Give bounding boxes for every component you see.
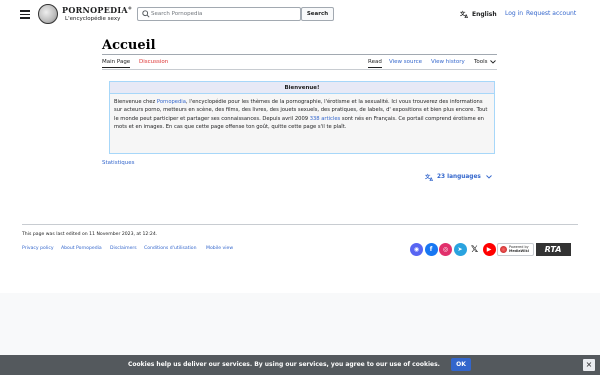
telegram-icon[interactable]: ➤	[453, 243, 467, 256]
site-header: PORNOPEDIA® L'encyclopédie sexy Search 文…	[0, 0, 600, 30]
languages-button[interactable]: 文A 23 languages	[425, 173, 492, 181]
last-edited-info: This page was last edited on 11 November…	[22, 232, 158, 237]
tab-discussion[interactable]: Discussion	[139, 59, 168, 65]
svg-text:A: A	[430, 177, 434, 181]
translate-icon: 文A	[425, 173, 434, 181]
welcome-text: Bienvenue chez Pornopedia, l'encyclopédi…	[110, 94, 494, 135]
translate-icon: 文A	[460, 10, 469, 18]
cookie-text: Cookies help us deliver our services. By…	[128, 361, 440, 368]
tools-label: Tools	[474, 59, 488, 65]
tab-read[interactable]: Read	[368, 59, 382, 68]
welcome-intro: Bienvenue chez	[114, 99, 157, 105]
tabs-divider	[102, 69, 497, 70]
chevron-down-icon	[486, 175, 492, 179]
social-icons: ◉ f ◎ ➤ 𝕏 ▶ Powered by MediaWiki RTA	[410, 243, 571, 256]
statistics-link[interactable]: Statistiques	[102, 160, 134, 166]
language-label: English	[472, 10, 497, 18]
x-icon[interactable]: 𝕏	[468, 243, 481, 256]
rta-badge[interactable]: RTA	[535, 243, 571, 256]
articles-link[interactable]: 338 articles	[310, 116, 341, 122]
language-selector[interactable]: 文A English	[460, 10, 497, 18]
discord-icon[interactable]: ◉	[410, 243, 423, 256]
chevron-down-icon	[489, 60, 496, 64]
close-icon[interactable]: ×	[583, 359, 595, 371]
search-input[interactable]	[151, 9, 297, 19]
site-logo-title[interactable]: PORNOPEDIA®	[62, 5, 132, 15]
youtube-icon[interactable]: ▶	[482, 243, 496, 256]
svg-text:A: A	[465, 14, 469, 18]
login-link[interactable]: Log in	[505, 10, 523, 17]
logo-globe-icon[interactable]	[38, 4, 58, 24]
site-logo-subtitle: L'encyclopédie sexy	[65, 16, 121, 22]
disclaimers-link[interactable]: Disclaimers	[110, 246, 137, 251]
tab-main-page[interactable]: Main Page	[102, 59, 131, 68]
languages-label: 23 languages	[437, 174, 481, 180]
request-account-link[interactable]: Request account	[526, 10, 576, 17]
title-divider	[102, 54, 497, 55]
conditions-link[interactable]: Conditions d'utilisation	[144, 246, 197, 251]
search-button[interactable]: Search	[301, 7, 334, 21]
cookie-banner: Cookies help us deliver our services. By…	[0, 355, 600, 375]
menu-icon[interactable]	[20, 10, 30, 19]
mediawiki-label: MediaWiki	[509, 249, 529, 253]
facebook-icon[interactable]: f	[424, 243, 438, 256]
welcome-heading: Bienvenue!	[110, 82, 494, 94]
cookie-ok-button[interactable]: OK	[451, 358, 471, 371]
search-icon	[142, 10, 150, 18]
site-link[interactable]: Pornopedia	[157, 99, 186, 105]
footer-divider	[22, 224, 578, 225]
tools-menu[interactable]: Tools	[474, 59, 496, 65]
welcome-box: Bienvenue! Bienvenue chez Pornopedia, l'…	[109, 81, 495, 154]
mediawiki-badge[interactable]: Powered by MediaWiki	[497, 243, 534, 256]
privacy-policy-link[interactable]: Privacy policy	[22, 246, 54, 251]
about-link[interactable]: About Pornopedia	[61, 246, 102, 251]
mediawiki-logo-icon	[500, 246, 507, 253]
tab-view-source[interactable]: View source	[389, 59, 422, 65]
mobile-view-link[interactable]: Mobile view	[206, 246, 233, 251]
page-bottom-band	[0, 293, 600, 355]
tab-view-history[interactable]: View history	[431, 59, 465, 65]
instagram-icon[interactable]: ◎	[439, 243, 452, 256]
page-title: Accueil	[102, 38, 156, 53]
search-box[interactable]	[137, 7, 301, 21]
